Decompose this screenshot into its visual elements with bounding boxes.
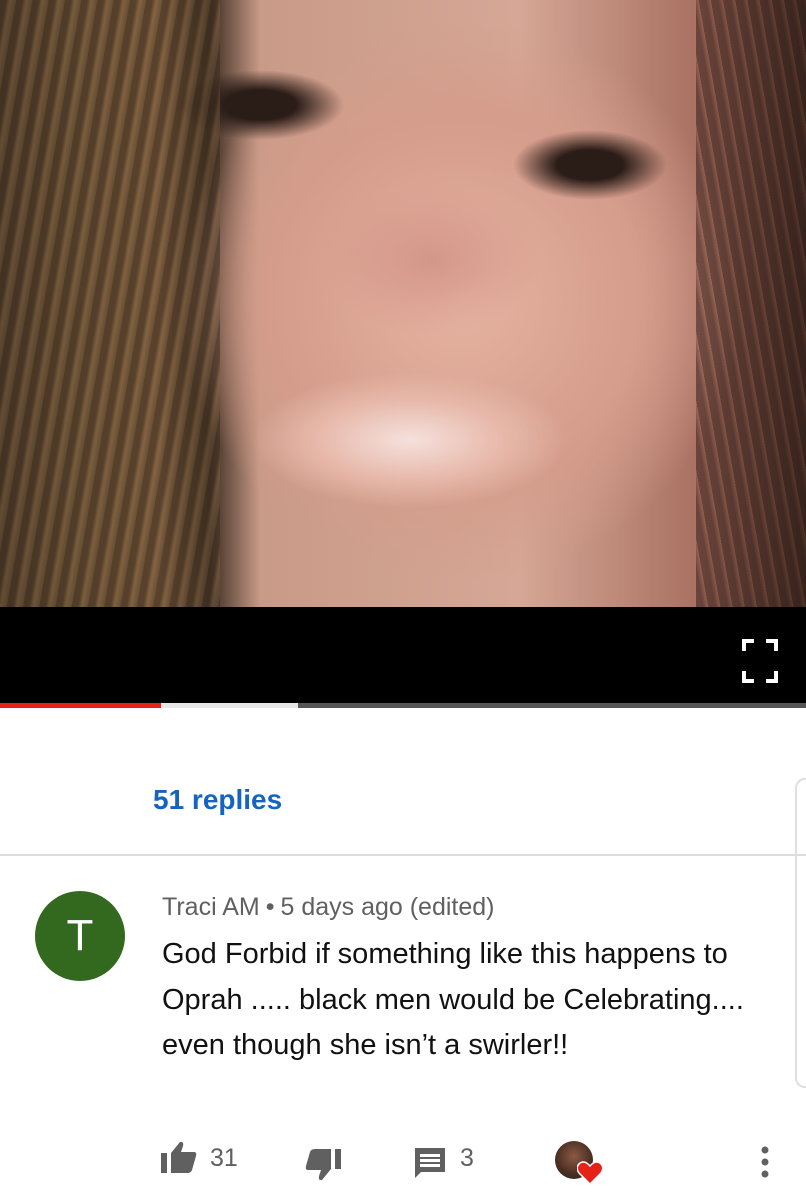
more-vertical-icon[interactable] (752, 1142, 778, 1182)
comment-meta: Traci AM • 5 days ago (edited) (162, 893, 495, 922)
avatar-letter: T (66, 911, 94, 960)
like-count: 31 (210, 1144, 238, 1172)
comment-time: 5 days ago (edited) (280, 893, 495, 921)
progress-unbuffered (296, 703, 806, 708)
reply-count: 3 (460, 1144, 474, 1172)
video-frame-hair-right (696, 0, 806, 607)
view-replies-link[interactable]: 51 replies (153, 784, 282, 816)
video-frame-hair-left (0, 0, 220, 607)
divider (0, 854, 806, 856)
creator-heart-icon[interactable] (555, 1141, 607, 1187)
thumbs-down-icon[interactable] (304, 1148, 342, 1182)
panel-edge (795, 778, 806, 1088)
reply-comment-icon[interactable] (413, 1146, 447, 1180)
meta-separator: • (265, 893, 275, 921)
commenter-avatar[interactable]: T (35, 891, 125, 981)
comment-text: God Forbid if something like this happen… (162, 938, 744, 1061)
comment-author[interactable]: Traci AM (162, 893, 260, 921)
video-player[interactable] (0, 0, 806, 704)
thumbs-up-icon[interactable] (160, 1140, 198, 1174)
progress-played (0, 703, 162, 708)
video-progress-bar[interactable] (0, 703, 806, 708)
fullscreen-icon[interactable] (740, 637, 780, 685)
heart-icon (577, 1161, 603, 1185)
